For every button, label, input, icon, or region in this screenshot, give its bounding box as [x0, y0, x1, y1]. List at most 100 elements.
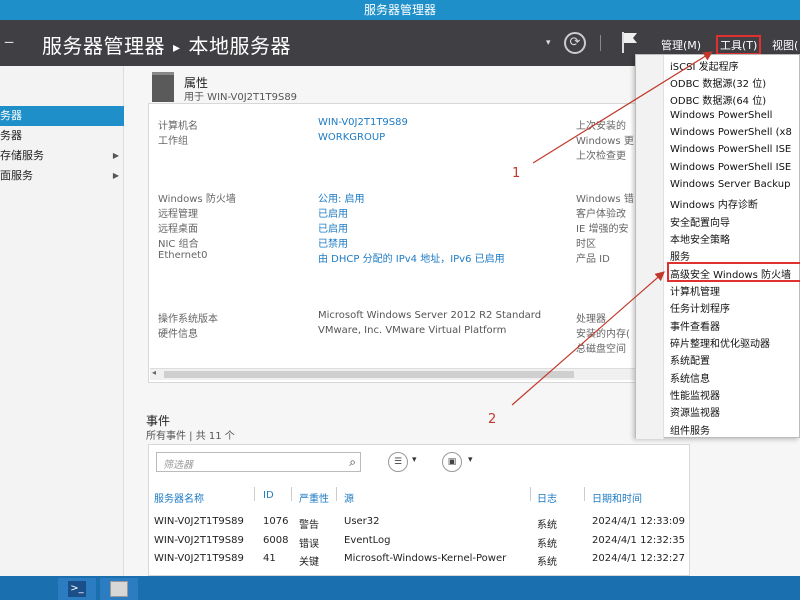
column-header-severity[interactable]: 严重性 [299, 490, 329, 505]
chevron-down-icon[interactable]: ▾ [546, 38, 551, 48]
window-title: 服务器管理器 [363, 3, 436, 17]
menu-item-computer-management[interactable]: 计算机管理 [670, 283, 720, 298]
prop-value[interactable]: 公用: 启用 [318, 190, 365, 205]
chevron-down-icon[interactable]: ▾ [468, 455, 473, 465]
column-divider [254, 487, 255, 501]
prop-value[interactable]: WIN-V0J2T1T9S89 [318, 117, 408, 128]
prop-label: Ethernet0 [158, 250, 208, 261]
table-cell[interactable]: 1076 [263, 516, 288, 527]
menu-item-powershell-x86[interactable]: Windows PowerShell (x8 [670, 127, 792, 138]
sidebar-item-label: 务器 [0, 109, 22, 122]
table-cell[interactable]: 错误 [299, 535, 319, 550]
prop-value[interactable]: 已启用 [318, 220, 348, 235]
start-button[interactable] [0, 578, 38, 600]
search-icon[interactable]: ⌕ [349, 455, 356, 470]
menu-item-services[interactable]: 服务 [670, 248, 690, 263]
menu-gutter [636, 55, 664, 439]
prop-label-right: 处理器 [576, 314, 606, 325]
table-cell[interactable]: WIN-V0J2T1T9S89 [154, 516, 244, 527]
menu-item-performance-monitor[interactable]: 性能监视器 [670, 387, 720, 402]
table-cell[interactable]: User32 [344, 516, 380, 527]
list-options-icon[interactable]: ☰ [388, 452, 408, 472]
menu-item-odbc64[interactable]: ODBC 数据源(64 位) [670, 92, 766, 107]
sidebar-item-label: 存储服务 [0, 149, 44, 162]
table-cell[interactable]: WIN-V0J2T1T9S89 [154, 553, 244, 564]
menu-item-security-config-wizard[interactable]: 安全配置向导 [670, 214, 730, 229]
table-cell[interactable]: 2024/4/1 12:32:27 [592, 553, 685, 564]
table-cell[interactable]: 系统 [537, 516, 557, 531]
taskbar-server-manager[interactable] [100, 578, 138, 600]
prop-label-right: Windows 错 [576, 194, 634, 205]
prop-value[interactable]: 由 DHCP 分配的 IPv4 地址，IPv6 已启用 [318, 250, 505, 265]
menu-item-defrag[interactable]: 碎片整理和优化驱动器 [670, 335, 770, 350]
sidebar-item-label: 面服务 [0, 169, 33, 182]
menu-item-highlight-box [667, 262, 800, 282]
taskbar-powershell[interactable]: >_ [58, 578, 96, 600]
menu-view[interactable]: 视图( [772, 37, 798, 53]
chevron-right-icon: ▶ [112, 171, 119, 180]
menu-item-memory-diagnostic[interactable]: Windows 内存诊断 [670, 196, 758, 211]
prop-label: 硬件信息 [158, 329, 198, 340]
menu-item-task-scheduler[interactable]: 任务计划程序 [670, 300, 730, 315]
prop-value[interactable]: 已启用 [318, 205, 348, 220]
prop-label-right: 客户体验改 [576, 209, 626, 220]
menu-item-system-information[interactable]: 系统信息 [670, 370, 710, 385]
column-header-source[interactable]: 源 [344, 490, 354, 505]
save-query-icon[interactable]: ▣ [442, 452, 462, 472]
menu-tools[interactable]: 工具(T) [716, 35, 762, 55]
table-cell[interactable]: 6008 [263, 535, 288, 546]
menu-item-local-security-policy[interactable]: 本地安全策略 [670, 231, 730, 246]
table-cell[interactable]: 系统 [537, 535, 557, 550]
prop-value: Microsoft Windows Server 2012 R2 Standar… [318, 310, 542, 321]
table-cell[interactable]: WIN-V0J2T1T9S89 [154, 535, 244, 546]
column-header-datetime[interactable]: 日期和时间 [592, 490, 642, 505]
menu-item-server-backup[interactable]: Windows Server Backup [670, 179, 790, 190]
column-header-log[interactable]: 日志 [537, 490, 557, 505]
chevron-down-icon[interactable]: ▾ [412, 455, 417, 465]
table-cell[interactable]: 2024/4/1 12:33:09 [592, 516, 685, 527]
menu-item-resource-monitor[interactable]: 资源监视器 [670, 404, 720, 419]
prop-value[interactable]: 已禁用 [318, 235, 348, 250]
menu-item-component-services[interactable]: 组件服务 [670, 422, 710, 437]
filter-input[interactable]: 筛选器 ⌕ [156, 452, 361, 472]
scrollbar-thumb[interactable] [164, 371, 574, 378]
table-cell[interactable]: 关键 [299, 553, 319, 568]
sidebar-item-storage-services[interactable]: 存储服务 ▶ [0, 146, 124, 166]
refresh-icon[interactable]: ⟳ [564, 32, 586, 54]
menu-item-powershell[interactable]: Windows PowerShell [670, 110, 772, 121]
table-cell[interactable]: 41 [263, 553, 276, 564]
prop-label: 工作组 [158, 136, 188, 147]
properties-panel [148, 103, 640, 383]
column-divider [584, 487, 585, 501]
table-cell[interactable]: EventLog [344, 535, 391, 546]
table-cell[interactable]: 2024/4/1 12:32:35 [592, 535, 685, 546]
horizontal-scrollbar[interactable]: ◂ [150, 368, 638, 380]
prop-label-right: 时区 [576, 239, 596, 250]
sidebar-item-all-servers[interactable]: 务器 [0, 126, 124, 146]
menu-item-system-configuration[interactable]: 系统配置 [670, 352, 710, 367]
menu-item-iscsi[interactable]: iSCSI 发起程序 [670, 58, 739, 73]
prop-value[interactable]: WORKGROUP [318, 132, 385, 143]
breadcrumb: 服务器管理器 ▸ 本地服务器 [42, 30, 291, 59]
column-header-id[interactable]: ID [263, 490, 274, 501]
prop-label-right: 产品 ID [576, 254, 610, 265]
menu-manage[interactable]: 管理(M) [661, 37, 701, 53]
sidebar-item-local-server[interactable]: 务器 [0, 106, 124, 126]
menu-item-powershell-ise-x86[interactable]: Windows PowerShell ISE [670, 162, 791, 173]
table-cell[interactable]: 警告 [299, 516, 319, 531]
prop-label: NIC 组合 [158, 239, 199, 250]
sidebar-item-desktop-services[interactable]: 面服务 ▶ [0, 166, 124, 186]
prop-label-right: IE 增强的安 [576, 224, 629, 235]
menu-item-powershell-ise[interactable]: Windows PowerShell ISE [670, 144, 791, 155]
powershell-icon: >_ [68, 581, 86, 597]
back-icon[interactable]: ‒ [4, 32, 14, 51]
table-cell[interactable]: 系统 [537, 553, 557, 568]
menu-item-event-viewer[interactable]: 事件查看器 [670, 318, 720, 333]
column-header-server[interactable]: 服务器名称 [154, 490, 204, 505]
breadcrumb-root[interactable]: 服务器管理器 [42, 34, 165, 58]
prop-label: 远程管理 [158, 209, 198, 220]
flag-icon[interactable] [620, 30, 640, 54]
table-cell[interactable]: Microsoft-Windows-Kernel-Power [344, 553, 506, 564]
menu-item-odbc32[interactable]: ODBC 数据源(32 位) [670, 75, 766, 90]
scroll-left-icon[interactable]: ◂ [152, 368, 156, 377]
